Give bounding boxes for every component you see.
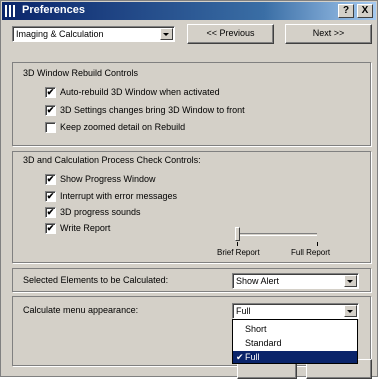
- window-title: Preferences: [22, 4, 85, 16]
- chevron-down-icon[interactable]: [344, 275, 357, 287]
- dropdown-option-label: Full: [245, 352, 260, 362]
- chevron-down-icon[interactable]: [344, 305, 357, 317]
- slider-tick-min: [237, 242, 238, 246]
- settings-bring-front-label: 3D Settings changes bring 3D Window to f…: [60, 105, 245, 115]
- process-group-label: 3D and Calculation Process Check Control…: [23, 155, 201, 165]
- help-button[interactable]: ?: [338, 4, 354, 18]
- interrupt-errors-checkbox[interactable]: ✔: [45, 191, 56, 202]
- progress-sounds-checkbox[interactable]: ✔: [45, 207, 56, 218]
- chevron-down-icon[interactable]: [160, 28, 173, 40]
- slider-max-label: Full Report: [291, 248, 331, 257]
- slider-tick-max: [317, 242, 318, 246]
- interrupt-errors-label: Interrupt with error messages: [60, 191, 178, 201]
- keep-zoom-checkbox[interactable]: [45, 122, 56, 133]
- progress-sounds-label: 3D progress sounds: [60, 207, 141, 217]
- category-select-value: Imaging & Calculation: [16, 29, 104, 39]
- app-icon: [5, 5, 18, 17]
- dropdown-option-full[interactable]: ✔ Full: [233, 351, 357, 363]
- dropdown-option-label: Standard: [245, 338, 282, 348]
- selected-elements-value: Show Alert: [236, 276, 280, 286]
- write-report-checkbox[interactable]: ✔: [45, 223, 56, 234]
- calculate-menu-label: Calculate menu appearance:: [23, 305, 139, 315]
- dropdown-option-label: Short: [245, 324, 267, 334]
- keep-zoom-label: Keep zoomed detail on Rebuild: [60, 122, 186, 132]
- check-icon: ✔: [236, 352, 244, 362]
- preferences-dialog: Preferences ? X Imaging & Calculation <<…: [0, 0, 378, 379]
- dropdown-option-short[interactable]: Short: [233, 323, 357, 335]
- next-button[interactable]: Next >>: [285, 24, 372, 44]
- category-select[interactable]: Imaging & Calculation: [12, 26, 175, 42]
- calculate-menu-value: Full: [236, 306, 251, 316]
- write-report-label: Write Report: [60, 223, 111, 233]
- calculate-menu-dropdown[interactable]: Short Standard ✔ Full: [232, 319, 358, 364]
- calculate-menu-select[interactable]: Full: [232, 303, 359, 319]
- slider-min-label: Brief Report: [217, 248, 260, 257]
- auto-rebuild-label: Auto-rebuild 3D Window when activated: [60, 87, 220, 97]
- selected-elements-label: Selected Elements to be Calculated:: [23, 275, 169, 285]
- show-progress-label: Show Progress Window: [60, 174, 156, 184]
- previous-button[interactable]: << Previous: [187, 24, 274, 44]
- report-detail-slider-track[interactable]: [237, 233, 317, 236]
- show-progress-checkbox[interactable]: ✔: [45, 174, 56, 185]
- title-bar[interactable]: Preferences ? X: [2, 2, 376, 20]
- auto-rebuild-checkbox[interactable]: ✔: [45, 87, 56, 98]
- close-button[interactable]: X: [357, 4, 373, 18]
- dropdown-option-standard[interactable]: Standard: [233, 337, 357, 349]
- selected-elements-select[interactable]: Show Alert: [232, 273, 359, 289]
- report-detail-slider-thumb[interactable]: [235, 227, 240, 241]
- settings-bring-front-checkbox[interactable]: ✔: [45, 105, 56, 116]
- rebuild-group-label: 3D Window Rebuild Controls: [23, 68, 139, 78]
